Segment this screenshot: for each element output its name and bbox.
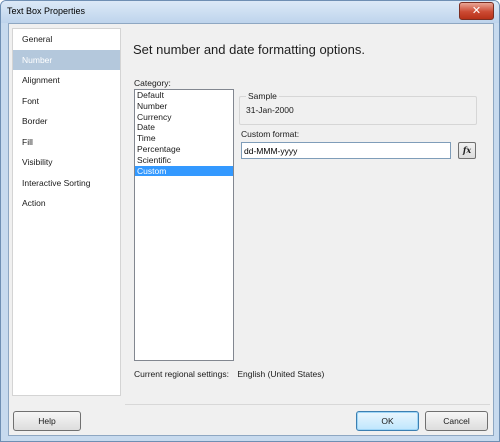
category-item-date[interactable]: Date <box>135 122 233 133</box>
sidebar-item-action[interactable]: Action <box>13 193 120 214</box>
page-title: Set number and date formatting options. <box>133 42 365 57</box>
sample-group: Sample 31-Jan-2000 <box>239 91 477 125</box>
category-item-scientific[interactable]: Scientific <box>135 155 233 166</box>
sidebar-item-number[interactable]: Number <box>13 49 120 70</box>
sidebar-item-border[interactable]: Border <box>13 111 120 132</box>
category-item-currency[interactable]: Currency <box>135 112 233 123</box>
sidebar-item-interactive-sorting[interactable]: Interactive Sorting <box>13 173 120 194</box>
cancel-button[interactable]: Cancel <box>425 411 488 431</box>
regional-settings-label: Current regional settings: <box>134 369 229 379</box>
title-bar[interactable]: Text Box Properties ✕ <box>1 1 499 23</box>
sample-value: 31-Jan-2000 <box>246 105 294 115</box>
window-title: Text Box Properties <box>7 6 86 16</box>
category-item-custom[interactable]: Custom <box>135 165 233 177</box>
sidebar: General Number Alignment Font Border Fil… <box>12 28 121 396</box>
dialog-body: General Number Alignment Font Border Fil… <box>8 23 494 436</box>
category-item-default[interactable]: Default <box>135 90 233 101</box>
custom-format-input[interactable] <box>241 142 451 159</box>
footer-divider <box>125 404 490 405</box>
category-item-number[interactable]: Number <box>135 101 233 112</box>
sample-label: Sample <box>246 91 279 101</box>
sidebar-item-visibility[interactable]: Visibility <box>13 152 120 173</box>
sidebar-item-alignment[interactable]: Alignment <box>13 70 120 91</box>
sidebar-item-general[interactable]: General <box>13 29 120 50</box>
close-icon: ✕ <box>471 4 482 17</box>
help-button[interactable]: Help <box>13 411 81 431</box>
regional-settings: Current regional settings: English (Unit… <box>134 369 324 379</box>
ok-button[interactable]: OK <box>356 411 419 431</box>
regional-settings-value: English (United States) <box>237 369 325 379</box>
sidebar-item-fill[interactable]: Fill <box>13 132 120 153</box>
category-label: Category: <box>134 78 171 88</box>
sidebar-item-font[interactable]: Font <box>13 91 120 112</box>
category-item-percentage[interactable]: Percentage <box>135 144 233 155</box>
expression-button[interactable]: fx <box>458 142 476 159</box>
category-list[interactable]: Default Number Currency Date Time Percen… <box>134 89 234 361</box>
close-button[interactable]: ✕ <box>459 2 494 20</box>
fx-icon: fx <box>462 145 472 155</box>
category-item-time[interactable]: Time <box>135 133 233 144</box>
dialog-window: Text Box Properties ✕ General Number Ali… <box>0 0 500 442</box>
custom-format-label: Custom format: <box>241 129 300 139</box>
